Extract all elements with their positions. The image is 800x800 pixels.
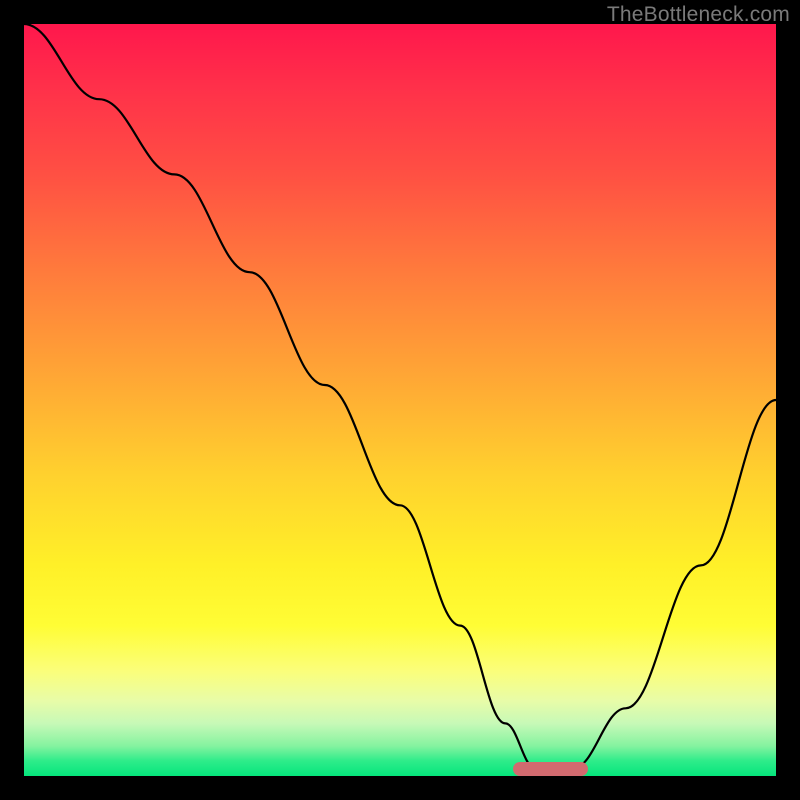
chart-frame: TheBottleneck.com — [0, 0, 800, 800]
plot-area — [24, 24, 776, 776]
optimal-marker — [513, 762, 588, 776]
curve-path — [24, 24, 776, 769]
bottleneck-curve — [24, 24, 776, 776]
